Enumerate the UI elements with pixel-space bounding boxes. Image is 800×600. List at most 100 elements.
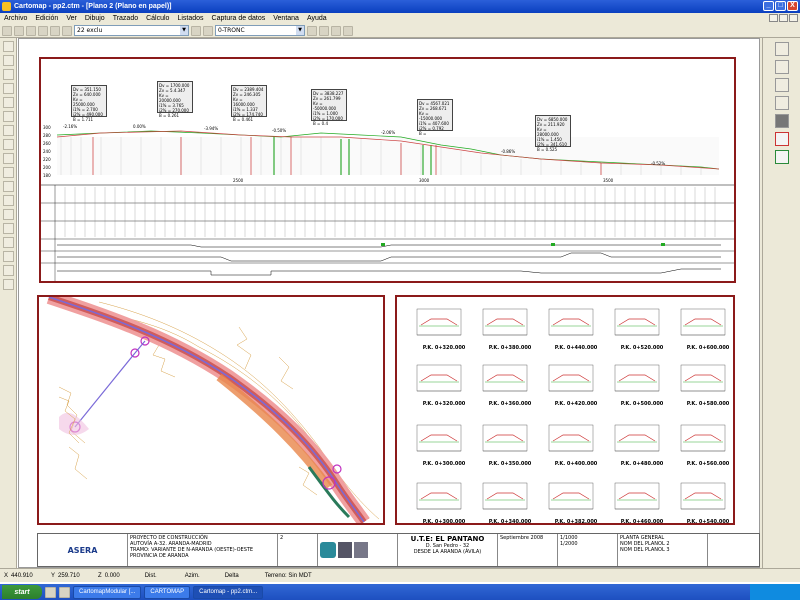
section-label: P.K. 0+520.000 — [620, 345, 664, 351]
layer-combo-value: 22 exclu — [77, 27, 103, 34]
erase-tool-icon[interactable] — [3, 251, 14, 262]
distance-field: Dist. — [145, 573, 179, 579]
cross-section: P.K. 0+400.000 — [545, 423, 607, 467]
image-tool-icon[interactable] — [3, 195, 14, 206]
pan-icon[interactable] — [775, 96, 789, 110]
y-label: Y — [51, 572, 56, 579]
menu-archivo[interactable]: Archivo — [0, 15, 31, 22]
cross-section: P.K. 0+320.000 — [413, 307, 475, 351]
annotation-line: Kv = 28000.000 — [537, 127, 559, 137]
doc-restore-button[interactable] — [779, 14, 788, 22]
right-tool-panel — [762, 38, 800, 568]
scale-tool-icon[interactable] — [3, 237, 14, 248]
select-tool-icon[interactable] — [3, 41, 14, 52]
block-combo[interactable]: 0-TRONC ▼ — [215, 25, 305, 36]
text-tool-icon[interactable] — [3, 111, 14, 122]
menu-captura-de-datos[interactable]: Captura de datos — [208, 15, 270, 22]
section-label: P.K. 0+600.000 — [686, 345, 730, 351]
x-label: X — [4, 572, 9, 579]
section-label: P.K. 0+540.000 — [686, 519, 730, 525]
profile-drawing: 300 280 260 240 220 200 180 2500 3000 35… — [41, 124, 734, 281]
title-bar[interactable]: Cartomap - pp2.ctm - [Plano 2 (Plano en … — [0, 0, 800, 13]
cross-section: P.K. 0+300.000 — [413, 423, 475, 467]
arc-tool-icon[interactable] — [3, 83, 14, 94]
drawing-canvas[interactable]: 300 280 260 240 220 200 180 2500 3000 35… — [18, 38, 760, 568]
annotation-line: B = — [419, 131, 427, 136]
block-tool-icon[interactable] — [3, 153, 14, 164]
quick-launch-icon[interactable] — [59, 586, 70, 598]
sheet-number: 2 — [280, 535, 284, 541]
task-button[interactable]: Cartomap - pp2.ctm... — [193, 585, 264, 599]
cross-section: P.K. 0+380.000 — [479, 307, 541, 351]
start-button[interactable]: start — [2, 585, 42, 599]
cross-section: P.K. 0+600.000 — [677, 307, 739, 351]
application-window: Cartomap - pp2.ctm - [Plano 2 (Plano en … — [0, 0, 800, 600]
zoom-out-icon[interactable] — [775, 60, 789, 74]
info-icon[interactable] — [3, 265, 14, 276]
zoom-in-icon[interactable] — [775, 42, 789, 56]
menu-ver[interactable]: Ver — [62, 15, 81, 22]
circle-tool-icon[interactable] — [3, 97, 14, 108]
line-tool-icon[interactable] — [3, 55, 14, 66]
rectangle-icon[interactable] — [38, 25, 48, 36]
window-icon[interactable] — [343, 25, 353, 36]
cursor-icon[interactable] — [3, 279, 14, 290]
doc-minimize-button[interactable] — [769, 14, 778, 22]
annotation-line: Kv = -50000.000 — [313, 101, 337, 111]
menu-ayuda[interactable]: Ayuda — [303, 15, 331, 22]
quick-launch-icon[interactable] — [45, 586, 56, 598]
task-label: Cartomap - pp2.ctm... — [199, 589, 258, 595]
vertical-curve-annotation: Dv = 3838.227 Zv = 261.799 Kv = -50000.0… — [311, 89, 347, 126]
cross-section: P.K. 0+350.000 — [479, 423, 541, 467]
photo-icon — [354, 542, 368, 558]
settings-icon[interactable] — [331, 25, 341, 36]
point-tool-icon[interactable] — [3, 167, 14, 178]
polyline-tool-icon[interactable] — [3, 69, 14, 80]
project-description: PROYECTO DE CONSTRUCCIÓN AUTOVÍA A-32. A… — [128, 534, 278, 566]
rotate-tool-icon[interactable] — [3, 223, 14, 234]
home-icon[interactable] — [319, 25, 329, 36]
measure-icon[interactable] — [62, 25, 72, 36]
palette-icon[interactable] — [307, 25, 317, 36]
refresh-icon[interactable] — [775, 132, 789, 146]
menu-dibujo[interactable]: Dibujo — [81, 15, 109, 22]
y-tick-label: 260 — [43, 141, 51, 146]
zoom-window-icon[interactable] — [775, 78, 789, 92]
dimension-tool-icon[interactable] — [3, 125, 14, 136]
properties-icon[interactable] — [191, 25, 201, 36]
sync-icon[interactable] — [775, 150, 789, 164]
minimize-button[interactable]: _ — [763, 1, 774, 11]
task-button[interactable]: CartomapModular [... — [73, 585, 142, 599]
menu-listados[interactable]: Listados — [173, 15, 207, 22]
pencil-icon[interactable] — [2, 25, 12, 36]
symbol-tool-icon[interactable] — [3, 181, 14, 192]
layers-icon[interactable] — [14, 25, 24, 36]
plan-line: NOM DEL PLANOL 3 — [620, 547, 670, 553]
maximize-button[interactable]: □ — [775, 1, 786, 11]
close-button[interactable]: X — [787, 1, 798, 11]
menu-ventana[interactable]: Ventana — [269, 15, 303, 22]
task-button[interactable]: CARTOMAP — [144, 585, 191, 599]
layer-manager-icon[interactable] — [775, 114, 789, 128]
cross-section: P.K. 0+420.000 — [545, 363, 607, 407]
x-tick-label: 3000 — [419, 178, 430, 183]
grid-icon[interactable] — [26, 25, 36, 36]
menu-edicion[interactable]: Edición — [31, 15, 62, 22]
project-title: U.T.E: EL PANTANO D. San Pedro - 32 DESD… — [398, 534, 498, 566]
menu-calculo[interactable]: Cálculo — [142, 15, 173, 22]
x-tick-label: 3500 — [603, 178, 614, 183]
chevron-down-icon: ▼ — [180, 26, 188, 35]
doc-close-button[interactable] — [789, 14, 798, 22]
company-name: ASERA — [67, 545, 98, 555]
hatch-tool-icon[interactable] — [3, 139, 14, 150]
title-main: U.T.E: EL PANTANO — [410, 535, 485, 543]
color-icon[interactable] — [203, 25, 213, 36]
layer-combo[interactable]: 22 exclu ▼ — [74, 25, 189, 36]
plan-view-drawing — [46, 290, 380, 527]
cross-section: P.K. 0+480.000 — [611, 423, 673, 467]
menu-trazado[interactable]: Trazado — [109, 15, 142, 22]
cross-section: P.K. 0+540.000 — [677, 481, 739, 525]
y-tick-label: 200 — [43, 165, 51, 170]
snap-icon[interactable] — [50, 25, 60, 36]
move-tool-icon[interactable] — [3, 209, 14, 220]
